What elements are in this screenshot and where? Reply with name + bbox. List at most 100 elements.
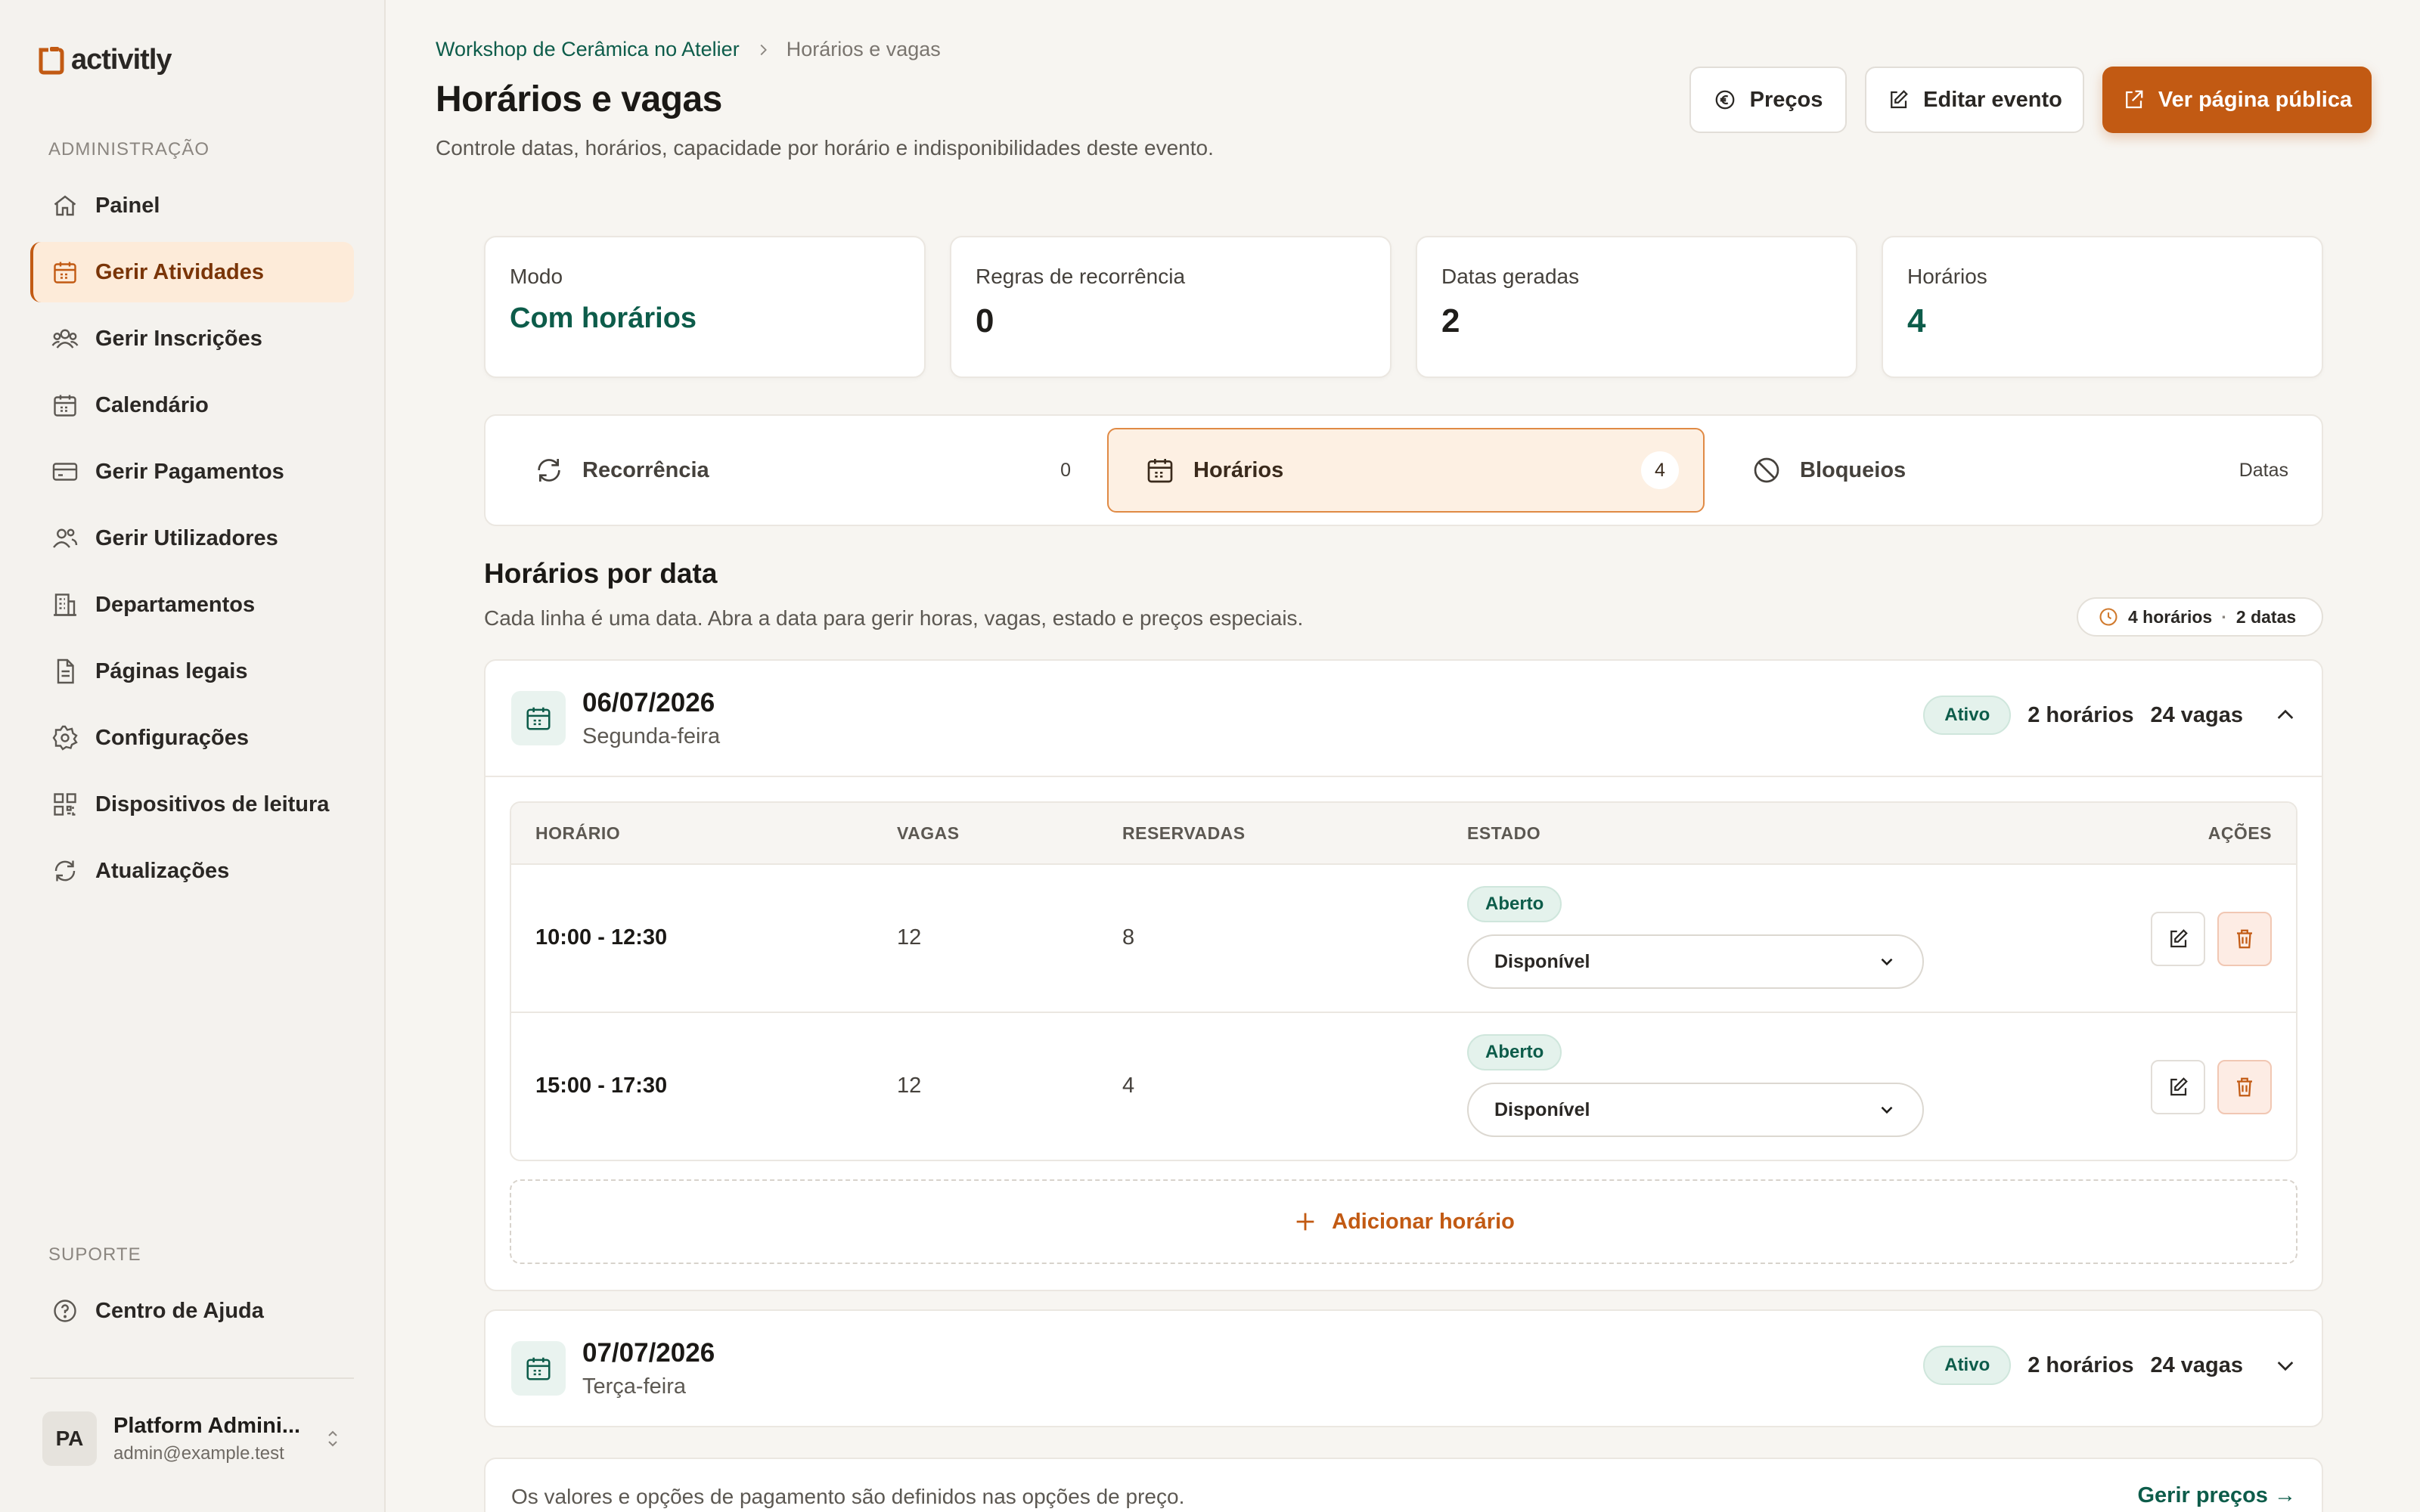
date-card-header[interactable]: 06/07/2026 Segunda-feira Ativo 2 horário… [486, 661, 2322, 776]
slot-status-select[interactable]: Disponível [1467, 934, 1924, 989]
tabs: Recorrência 0 Horários 4 Bloqueios Datas [484, 414, 2323, 526]
date-card: 06/07/2026 Segunda-feira Ativo 2 horário… [484, 659, 2323, 1291]
sidebar-item-configuracoes[interactable]: Configurações [30, 708, 354, 768]
breadcrumb: Workshop de Cerâmica no Atelier Horários… [436, 38, 941, 61]
stat-value: 0 [976, 302, 994, 339]
support-section-label: SUPORTE [48, 1244, 141, 1265]
refresh-icon [51, 857, 79, 885]
calendar-icon [1147, 459, 1173, 483]
breadcrumb-parent-link[interactable]: Workshop de Cerâmica no Atelier [436, 38, 740, 61]
slot-booked: 4 [1122, 1074, 1135, 1098]
column-header-time: HORÁRIO [535, 823, 621, 843]
sidebar-item-centro-de-ajuda[interactable]: Centro de Ajuda [30, 1281, 354, 1341]
tab-label: Horários [1193, 457, 1284, 482]
slot-booked: 8 [1122, 925, 1135, 950]
slot-status-value: Disponível [1494, 950, 1590, 972]
user-name: Platform Admini... [113, 1413, 301, 1438]
sidebar-item-label: Calendário [95, 392, 209, 417]
sidebar-item-gerir-utilizadores[interactable]: Gerir Utilizadores [30, 508, 354, 569]
external-link-icon [2126, 90, 2143, 109]
tab-label: Bloqueios [1800, 457, 1907, 482]
manage-prices-link[interactable]: Gerir preços → [2137, 1483, 2296, 1508]
sidebar-item-gerir-pagamentos[interactable]: Gerir Pagamentos [30, 442, 354, 502]
user-menu[interactable]: PA Platform Admini... admin@example.test [30, 1377, 354, 1498]
edit-icon [2170, 929, 2188, 948]
gear-icon [51, 724, 79, 751]
add-slot-button[interactable]: Adicionar horário [510, 1179, 2297, 1264]
calendar-icon [511, 691, 566, 745]
chevron-down-icon[interactable] [2273, 1353, 2297, 1377]
delete-slot-button[interactable] [2217, 912, 2272, 966]
date-weekday: Terça-feira [582, 1374, 686, 1399]
status-badge: Ativo [1923, 1346, 2012, 1385]
chevron-right-icon [760, 44, 767, 55]
date-card-header[interactable]: 07/07/2026 Terça-feira Ativo 2 horários … [486, 1311, 2322, 1426]
delete-slot-button[interactable] [2217, 1060, 2272, 1114]
home-icon [51, 192, 79, 219]
calendar-icon [511, 1341, 566, 1396]
date-weekday: Segunda-feira [582, 724, 721, 748]
view-public-page-button[interactable]: Ver página pública [2102, 67, 2372, 133]
users-icon [51, 525, 79, 552]
date-value: 07/07/2026 [582, 1338, 715, 1368]
admin-section-label: ADMINISTRAÇÃO [48, 139, 210, 160]
slot-status-select[interactable]: Disponível [1467, 1083, 1924, 1137]
column-header-booked: RESERVADAS [1122, 823, 1246, 843]
edit-icon [2170, 1077, 2188, 1096]
column-header-state: ESTADO [1467, 823, 1541, 843]
qr-code-icon [51, 791, 79, 818]
stat-label: Modo [510, 265, 563, 288]
stat-card-generated-dates: Datas geradas 2 [1416, 236, 1857, 378]
stat-card-schedules: Horários 4 [1882, 236, 2323, 378]
chevron-down-icon [1881, 1106, 1893, 1114]
edit-event-button[interactable]: Editar evento [1865, 67, 2084, 133]
sidebar-item-atualizacoes[interactable]: Atualizações [30, 841, 354, 901]
tab-label: Recorrência [582, 457, 709, 482]
edit-slot-button[interactable] [2151, 1060, 2205, 1114]
sidebar-item-label: Páginas legais [95, 658, 248, 683]
slot-time: 15:00 - 17:30 [535, 1074, 668, 1098]
logo[interactable]: activitly [36, 44, 172, 76]
tab-recurrence[interactable]: Recorrência 0 [498, 428, 1095, 513]
sidebar-item-label: Gerir Utilizadores [95, 525, 278, 550]
calendar-icon [51, 392, 79, 419]
sidebar-item-paginas-legais[interactable]: Páginas legais [30, 641, 354, 702]
chevron-up-icon[interactable] [2273, 703, 2297, 727]
refresh-icon [538, 459, 560, 482]
view-public-page-button-label: Ver página pública [2158, 87, 2353, 112]
summary-slots: 4 horários [2128, 606, 2213, 627]
tab-schedules[interactable]: Horários 4 [1107, 428, 1705, 513]
column-header-slots: VAGAS [897, 823, 960, 843]
tab-count: 0 [1060, 459, 1071, 481]
user-email: admin@example.test [113, 1442, 284, 1464]
sidebar-item-dispositivos[interactable]: Dispositivos de leitura [30, 774, 354, 835]
table-row: 10:00 - 12:30 12 8 Aberto Disponível [511, 863, 2296, 1012]
summary-dates: 2 datas [2235, 606, 2297, 627]
logo-icon [39, 46, 64, 74]
stat-label: Datas geradas [1441, 265, 1580, 288]
sidebar-item-calendario[interactable]: Calendário [30, 375, 354, 435]
tab-blocks[interactable]: Bloqueios Datas [1715, 428, 2313, 513]
app-name: activitly [71, 44, 172, 76]
sidebar-item-gerir-inscricoes[interactable]: Gerir Inscrições [30, 308, 354, 369]
date-slots-count: 2 horários [2028, 1352, 2134, 1377]
edit-slot-button[interactable] [2151, 912, 2205, 966]
slot-open-badge: Aberto [1467, 1034, 1562, 1070]
credit-card-icon [51, 458, 79, 485]
prices-button[interactable]: Preços [1689, 67, 1847, 133]
sidebar-item-label: Centro de Ajuda [95, 1298, 264, 1323]
page-title: Horários e vagas [436, 79, 722, 119]
sidebar-item-gerir-atividades[interactable]: Gerir Atividades [30, 242, 354, 302]
pricing-info-card: Os valores e opções de pagamento são def… [484, 1458, 2323, 1512]
sidebar-item-label: Atualizações [95, 858, 230, 883]
date-card-body: HORÁRIO VAGAS RESERVADAS ESTADO AÇÕES 10… [486, 776, 2322, 1288]
sidebar-item-departamentos[interactable]: Departamentos [30, 575, 354, 635]
stat-label: Horários [1907, 265, 1987, 288]
sidebar: activitly ADMINISTRAÇÃO Painel Gerir Ati… [0, 0, 386, 1512]
date-capacity: 24 vagas [2150, 1352, 2243, 1377]
page-subtitle: Controle datas, horários, capacidade por… [436, 136, 1214, 160]
plus-icon [1296, 1213, 1314, 1231]
table-row: 15:00 - 17:30 12 4 Aberto Disponível [511, 1012, 2296, 1160]
sidebar-item-label: Dispositivos de leitura [95, 792, 330, 816]
sidebar-item-painel[interactable]: Painel [30, 175, 354, 236]
